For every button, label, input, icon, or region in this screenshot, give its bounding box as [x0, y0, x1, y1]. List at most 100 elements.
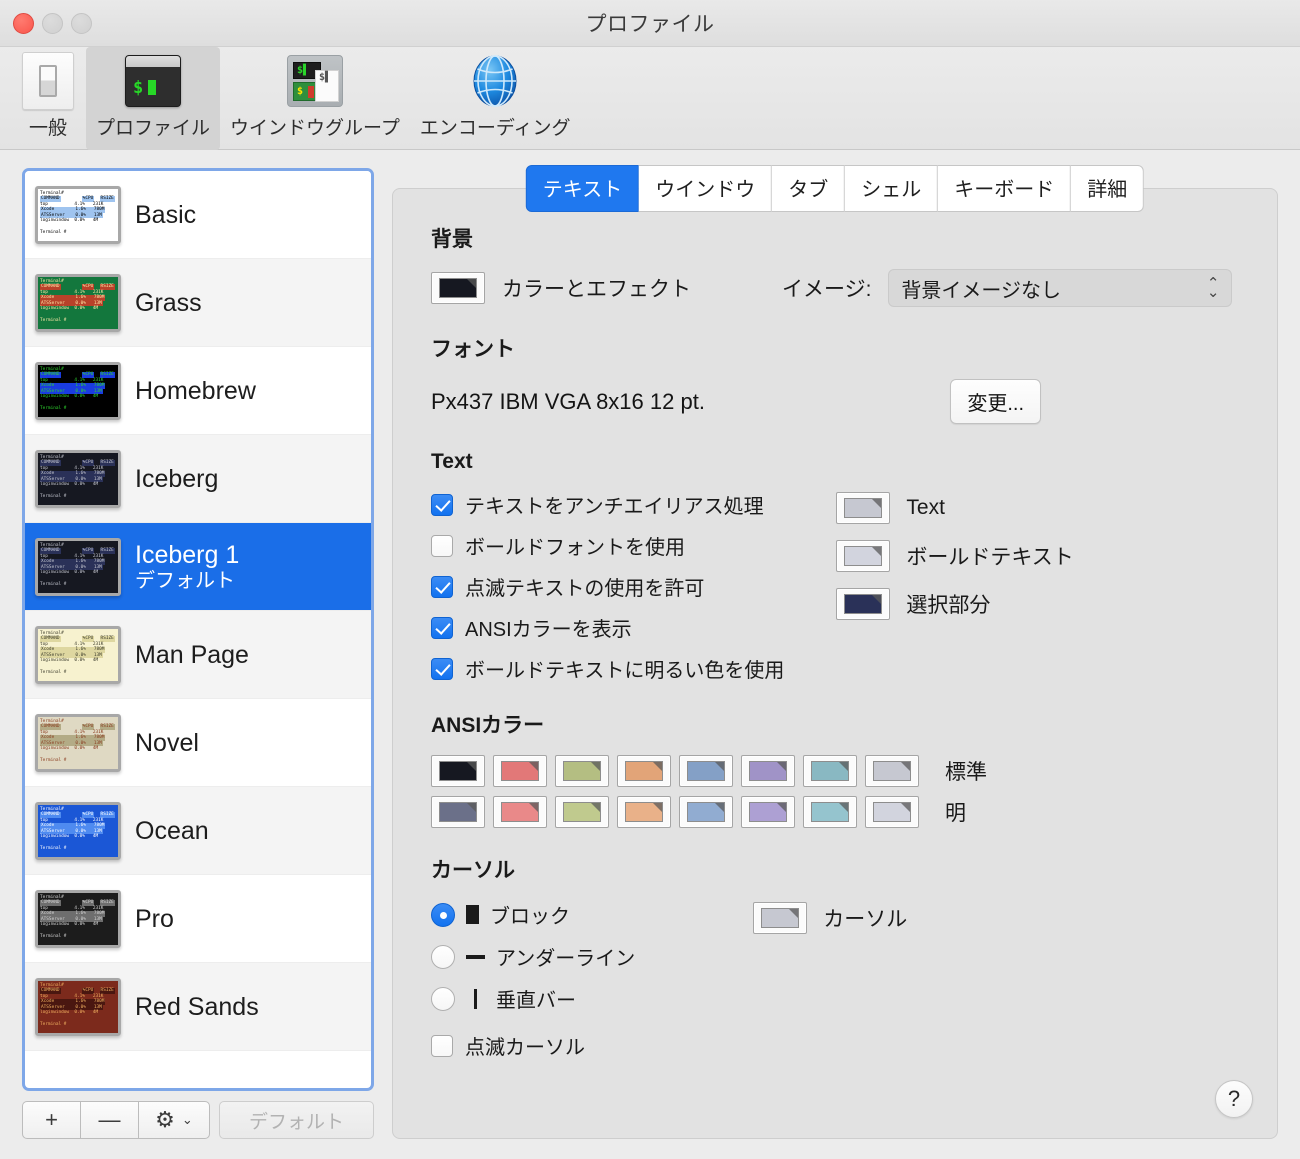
- blink-cursor-row[interactable]: 点滅カーソル: [431, 1031, 635, 1060]
- toolbar-label-general: 一般: [28, 118, 67, 139]
- profile-row[interactable]: Terminal# COMMAND %CPU RSIZE top 4.1% 23…: [25, 875, 371, 963]
- blink-cursor-label: 点滅カーソル: [465, 1037, 585, 1059]
- color-swatch[interactable]: [741, 755, 795, 787]
- text-option-row[interactable]: テキストをアンチエイリアス処理: [431, 490, 784, 519]
- radio-button[interactable]: [431, 944, 455, 969]
- profile-name: Ocean: [135, 816, 209, 845]
- color-swatch[interactable]: [493, 755, 547, 787]
- tab-3[interactable]: シェル: [845, 165, 939, 212]
- color-swatch[interactable]: [493, 796, 547, 828]
- profile-name: Grass: [135, 288, 202, 317]
- checkbox[interactable]: [431, 616, 453, 639]
- profile-actions-menu-button[interactable]: ⚙ ⌄: [138, 1101, 210, 1139]
- profile-row[interactable]: Terminal# COMMAND %CPU RSIZE top 4.1% 23…: [25, 787, 371, 875]
- profiles-pane: Terminal# COMMAND %CPU RSIZE top 4.1% 23…: [22, 168, 374, 1139]
- text-section: Text テキストをアンチエイリアス処理 ボールドフォントを使用 点滅テキストの使用…: [431, 450, 1249, 683]
- background-color-swatch[interactable]: [431, 272, 485, 304]
- tab-1[interactable]: ウインドウ: [639, 165, 773, 212]
- font-section-title: フォント: [431, 338, 515, 361]
- change-font-button[interactable]: 変更...: [950, 379, 1041, 424]
- color-swatch[interactable]: [803, 796, 857, 828]
- toolbar-item-profiles[interactable]: $ プロファイル: [86, 47, 221, 150]
- checkbox[interactable]: [431, 1034, 453, 1057]
- text-option-row[interactable]: 点滅テキストの使用を許可: [431, 572, 784, 601]
- color-swatch[interactable]: [617, 796, 671, 828]
- profile-name: Man Page: [135, 640, 249, 669]
- color-swatch[interactable]: [617, 755, 671, 787]
- checkbox[interactable]: [431, 657, 453, 680]
- block-cursor-icon: [466, 905, 479, 924]
- color-swatch[interactable]: [555, 755, 609, 787]
- text-option-label: 点滅テキストの使用を許可: [465, 578, 705, 600]
- profile-row[interactable]: Terminal# COMMAND %CPU RSIZE top 4.1% 23…: [25, 347, 371, 435]
- color-swatch[interactable]: [431, 796, 485, 828]
- profiles-list-container[interactable]: Terminal# COMMAND %CPU RSIZE top 4.1% 23…: [22, 168, 374, 1091]
- cursor-style-row[interactable]: アンダーライン: [431, 942, 635, 971]
- background-image-select[interactable]: 背景イメージなし ⌃ ⌄: [888, 269, 1233, 307]
- checkbox[interactable]: [431, 575, 453, 598]
- color-swatch[interactable]: [836, 540, 891, 572]
- set-default-button[interactable]: デフォルト: [219, 1101, 374, 1139]
- color-swatch[interactable]: [865, 755, 919, 787]
- tab-5[interactable]: 詳細: [1071, 165, 1145, 212]
- toolbar-item-general[interactable]: 一般: [10, 47, 86, 150]
- remove-profile-button[interactable]: —: [80, 1101, 138, 1139]
- color-chip: [844, 498, 883, 518]
- help-button[interactable]: ?: [1215, 1080, 1253, 1118]
- profile-name: Homebrew: [135, 376, 256, 405]
- text-option-label: ボールドテキストに明るい色を使用: [465, 660, 785, 682]
- profile-row[interactable]: Terminal# COMMAND %CPU RSIZE top 4.1% 23…: [25, 699, 371, 787]
- color-chip: [563, 802, 601, 822]
- color-swatch[interactable]: [679, 796, 733, 828]
- color-swatch[interactable]: [679, 755, 733, 787]
- cursor-style-row[interactable]: ブロック: [431, 900, 635, 929]
- color-swatch[interactable]: [741, 796, 795, 828]
- color-chip: [749, 802, 787, 822]
- cursor-color-swatch[interactable]: [753, 902, 808, 934]
- maximize-button[interactable]: [71, 13, 92, 34]
- background-section: 背景 カラーとエフェクト イメージ: 背景イメージなし ⌃ ⌄: [431, 223, 1249, 307]
- toolbar-item-window-groups[interactable]: $▌ $ $▌ ウインドウグループ: [220, 47, 410, 150]
- color-swatch[interactable]: [431, 755, 485, 787]
- checkbox[interactable]: [431, 534, 453, 557]
- color-swatch[interactable]: [555, 796, 609, 828]
- profile-row[interactable]: Terminal# COMMAND %CPU RSIZE top 4.1% 23…: [25, 523, 371, 611]
- ansi-section-title: ANSIカラー: [431, 714, 545, 737]
- color-swatch[interactable]: [865, 796, 919, 828]
- text-option-label: ボールドフォントを使用: [465, 537, 685, 559]
- minimize-button[interactable]: [42, 13, 63, 34]
- toolbar-item-encodings[interactable]: エンコーディング: [410, 47, 581, 150]
- tab-0[interactable]: テキスト: [525, 165, 640, 212]
- tab-2[interactable]: タブ: [772, 165, 846, 212]
- ansi-color-row: 明: [431, 796, 1249, 828]
- profile-name: Pro: [135, 904, 174, 933]
- text-option-label: テキストをアンチエイリアス処理: [465, 496, 764, 518]
- radio-button[interactable]: [431, 902, 455, 927]
- cursor-color-chip: [761, 908, 800, 928]
- color-swatch[interactable]: [836, 492, 891, 524]
- add-profile-button[interactable]: +: [22, 1101, 80, 1139]
- toggle-switch-icon: [20, 52, 76, 110]
- text-color-label: ボールドテキスト: [906, 546, 1074, 569]
- text-option-row[interactable]: ボールドフォントを使用: [431, 531, 784, 560]
- profile-row[interactable]: Terminal# COMMAND %CPU RSIZE top 4.1% 23…: [25, 435, 371, 523]
- profile-default-badge: デフォルト: [135, 569, 235, 592]
- profile-row[interactable]: Terminal# COMMAND %CPU RSIZE top 4.1% 23…: [25, 611, 371, 699]
- close-button[interactable]: [13, 13, 34, 34]
- color-swatch[interactable]: [803, 755, 857, 787]
- text-option-row[interactable]: ボールドテキストに明るい色を使用: [431, 654, 784, 683]
- settings-tab-strip[interactable]: テキスト ウインドウ タブ シェル キーボード 詳細: [525, 165, 1145, 212]
- color-swatch[interactable]: [836, 588, 891, 620]
- cursor-style-row[interactable]: 垂直バー: [431, 984, 635, 1013]
- profile-row[interactable]: Terminal# COMMAND %CPU RSIZE top 4.1% 23…: [25, 171, 371, 259]
- profile-row[interactable]: Terminal# COMMAND %CPU RSIZE top 4.1% 23…: [25, 963, 371, 1051]
- profile-thumbnail: Terminal# COMMAND %CPU RSIZE top 4.1% 23…: [35, 273, 121, 332]
- checkbox[interactable]: [431, 493, 453, 516]
- tab-4[interactable]: キーボード: [938, 165, 1072, 212]
- text-option-label: ANSIカラーを表示: [465, 619, 632, 641]
- profiles-list[interactable]: Terminal# COMMAND %CPU RSIZE top 4.1% 23…: [25, 171, 371, 1088]
- text-option-row[interactable]: ANSIカラーを表示: [431, 613, 784, 642]
- profile-thumbnail: Terminal# COMMAND %CPU RSIZE top 4.1% 23…: [35, 889, 121, 948]
- radio-button[interactable]: [431, 986, 455, 1011]
- profile-row[interactable]: Terminal# COMMAND %CPU RSIZE top 4.1% 23…: [25, 259, 371, 347]
